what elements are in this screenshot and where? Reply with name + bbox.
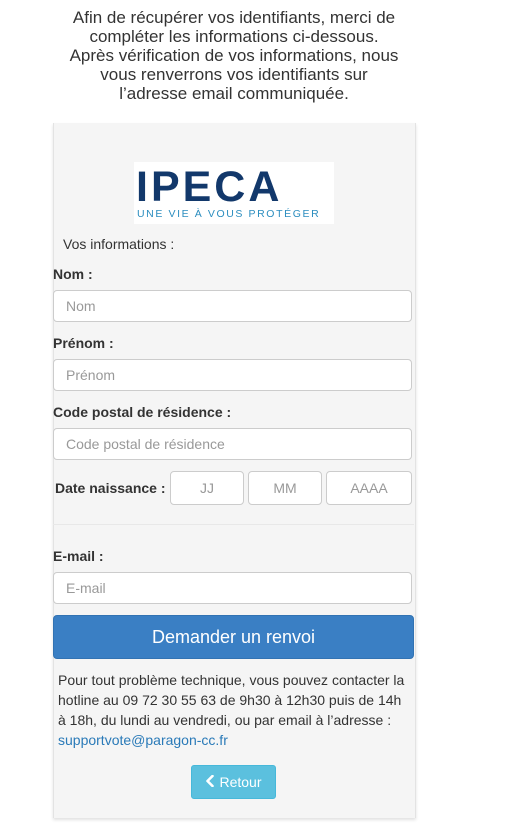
code-postal-label: Code postal de résidence :	[53, 404, 232, 420]
day-input[interactable]	[170, 471, 244, 505]
intro-line: Après vérification de vos informations, …	[69, 46, 399, 65]
divider	[53, 524, 414, 525]
back-button[interactable]: Retour	[191, 765, 276, 799]
back-label: Retour	[219, 774, 262, 790]
nom-label: Nom :	[53, 266, 93, 282]
code-postal-input[interactable]	[53, 428, 412, 460]
intro-line: l’adresse email communiquée.	[119, 84, 349, 103]
date-naissance-label: Date naissance :	[55, 480, 166, 496]
intro-line: Afin de récupérer vos identifiants, merc…	[72, 8, 396, 27]
logo-graphic: IPECA UNE VIE À VOUS PROTÉGER	[136, 163, 320, 220]
intro-text: Afin de récupérer vos identifiants, merc…	[40, 8, 428, 103]
support-text: Pour tout problème technique, vous pouve…	[58, 670, 408, 750]
month-input[interactable]	[248, 471, 322, 505]
logo-tagline: UNE VIE À VOUS PROTÉGER	[137, 207, 320, 220]
ipeca-logo: IPECA UNE VIE À VOUS PROTÉGER	[134, 162, 334, 224]
support-email-link[interactable]: supportvote@paragon-cc.fr	[58, 732, 228, 748]
nom-input[interactable]	[53, 290, 412, 322]
chevron-left-icon	[205, 774, 215, 790]
email-input[interactable]	[53, 572, 412, 604]
logo-brand: IPECA	[136, 163, 282, 211]
prenom-input[interactable]	[53, 359, 412, 391]
submit-button[interactable]: Demander un renvoi	[53, 615, 414, 659]
prenom-label: Prénom :	[53, 335, 114, 351]
support-message: Pour tout problème technique, vous pouve…	[58, 672, 405, 728]
intro-line: compléter les informations ci-dessous.	[89, 27, 379, 46]
section-title: Vos informations :	[63, 236, 175, 252]
year-input[interactable]	[326, 471, 412, 505]
intro-line: vous renverrons vos identifiants sur	[100, 65, 368, 84]
email-label: E-mail :	[53, 548, 104, 564]
